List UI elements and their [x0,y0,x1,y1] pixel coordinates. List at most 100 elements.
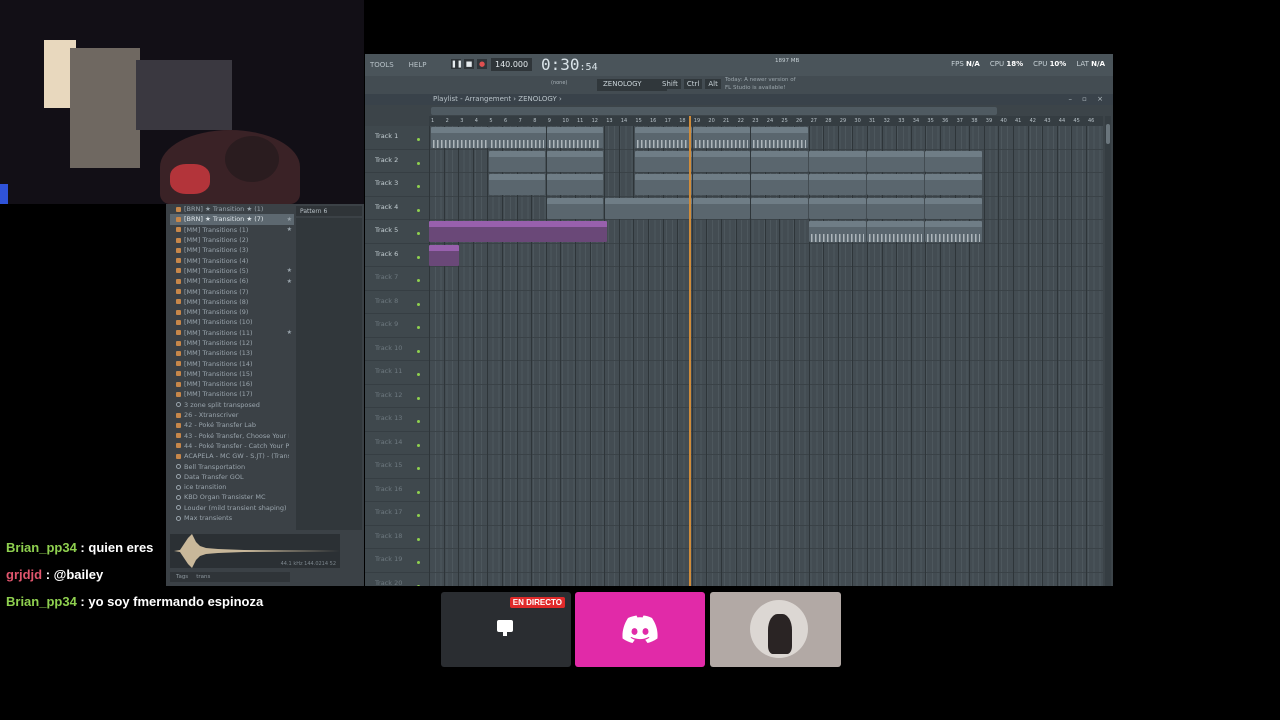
track-header[interactable]: Track 6 [365,244,429,267]
track-mute-led-icon[interactable] [417,373,420,376]
browser-item[interactable]: [MM] Transitions (5) ★ [170,266,294,276]
pattern-clip[interactable]: Snare (2) [867,150,924,172]
track-mute-led-icon[interactable] [417,302,420,306]
browser-item[interactable]: [MM] Transitions (1) ★ [170,225,294,235]
vertical-scrollbar[interactable] [1105,116,1111,586]
browser-item[interactable]: [MM] Transitions (9) [170,307,294,317]
track-header[interactable]: Track 5 [365,220,429,244]
playlist-grid[interactable]: ZENOLOGY ZENOLOGY ZENOLOGY ZENOLOGY ZENOLOGY… [429,126,1103,586]
pattern-clip[interactable]: ZENOLOGY [867,221,924,242]
time-display[interactable]: 0:30:54 [541,55,598,74]
favorite-star-icon[interactable]: ★ [287,216,292,223]
browser-item[interactable]: [MM] Transitions (16) [170,379,294,389]
pattern-clip[interactable]: Dreyan Tq...nt HiHat(1) [693,197,750,219]
browser-item[interactable]: 26 - Xtranscriver [170,410,294,420]
browser-item[interactable]: [MM] Transitions (10) [170,317,294,327]
menu-tools[interactable]: TOOLS [370,61,394,69]
pattern-clip[interactable]: [MM] Clap (5) [925,174,982,195]
pattern-clip[interactable]: Snare (2) [547,150,603,172]
stop-button[interactable]: ■ [464,59,474,69]
browser-item[interactable]: Louder (mild transient shaping) [170,503,294,513]
track-header[interactable]: Track 17 [365,502,429,526]
track-header[interactable]: Track 18 [365,526,429,549]
pattern-clip[interactable]: [MM] Clap (5) [547,174,603,195]
pattern-clip[interactable]: Snare (2) [489,150,545,172]
pattern-clip[interactable]: Dreyan Tq...nt HiHat(1) [867,197,924,219]
pattern-clip[interactable]: ZENOLOGY [751,127,808,148]
browser-item[interactable]: Bell Transportation [170,461,294,471]
alt-key[interactable]: Alt [705,79,721,89]
shift-key[interactable]: Shift [659,79,681,89]
browser-item[interactable]: [MM] Transitions (6) ★ [170,276,294,286]
track-mute-led-icon[interactable] [417,537,420,541]
browser-item[interactable]: Data Transfer GOL [170,472,294,482]
browser-item[interactable]: 43 - Poké Transfer, Choose Your Pokémon! [170,431,294,441]
browser-item[interactable]: Max transients [170,513,294,523]
track-mute-led-icon[interactable] [417,443,420,447]
pattern-clip[interactable]: Dreyan Tq...nt HiHat(1) [635,197,692,219]
pattern-clip[interactable]: [MM] Clap (5) [635,174,692,195]
browser-item[interactable]: [MM] Transitions (8) [170,297,294,307]
browser-item[interactable]: [BRN] ★ Transition ★ (7) ★ [170,214,294,225]
track-mute-led-icon[interactable] [417,420,420,423]
track-header[interactable]: Track 2 [365,150,429,173]
pattern-clip[interactable]: ZENOLOGY [693,127,750,148]
browser-item[interactable]: [MM] Transitions (2) [170,235,294,245]
tempo-display[interactable]: 140.000 [491,58,533,71]
track-header[interactable]: Track 11 [365,361,429,385]
browser-item[interactable]: [MM] Transitions (7) [170,286,294,296]
browser-item[interactable]: [MM] Transitions (11) ★ [170,328,294,338]
pattern-clip[interactable]: Dreyan Tq...nt HiHat(1) [751,197,808,219]
participant-thumbnail[interactable] [710,592,841,667]
track-mute-led-icon[interactable] [417,326,420,329]
track-header[interactable]: Track 14 [365,432,429,455]
track-header[interactable]: Track 12 [365,385,429,408]
track-header[interactable]: Track 19 [365,549,429,573]
track-header[interactable]: Track 15 [365,455,429,479]
track-mute-led-icon[interactable] [417,255,420,259]
pattern-clip[interactable]: ZENOLOGY [431,127,489,148]
track-mute-led-icon[interactable] [417,396,420,400]
track-mute-led-icon[interactable] [417,232,420,235]
track-header[interactable]: Track 3 [365,173,429,197]
discord-thumbnail[interactable] [575,592,705,667]
browser-item[interactable]: KBD Organ Transister MC [170,492,294,502]
pattern-clip[interactable]: ZENOLOGY [489,127,546,148]
track-header[interactable]: Track 13 [365,408,429,432]
track-mute-led-icon[interactable] [417,208,420,212]
pattern-clip[interactable]: ZENOLOGY [809,221,866,242]
audio-clip[interactable]: 8j, Bea [429,244,459,266]
browser-item[interactable]: ACAPELA - MC GW - S.JT) - (Transient DK) [170,451,294,461]
pattern-clip[interactable]: Dreyan Tq...nt HiHat(1) [809,197,866,219]
track-mute-led-icon[interactable] [417,514,420,517]
browser-item[interactable]: [MM] Transitions (12) [170,338,294,348]
track-mute-led-icon[interactable] [417,467,420,470]
track-mute-led-icon[interactable] [417,279,420,282]
favorite-star-icon[interactable]: ★ [287,226,292,233]
pattern-clip[interactable]: Snare (2) [751,150,808,172]
browser-item[interactable]: [MM] Transitions (14) [170,358,294,368]
browser-item[interactable]: 3 zone split transposed [170,400,294,410]
none-label[interactable]: (none) [551,80,567,86]
track-mute-led-icon[interactable] [417,584,420,586]
track-header[interactable]: Track 9 [365,314,429,338]
pattern-clip[interactable]: [MM] Clap (5) [809,174,866,195]
browser-item[interactable]: [MM] Transitions (4) [170,255,294,265]
pattern-clip[interactable]: ZENOLOGY [547,127,603,148]
browser-item[interactable]: [MM] Transitions (3) [170,245,294,255]
track-header[interactable]: Track 7 [365,267,429,291]
track-mute-led-icon[interactable] [417,161,420,165]
track-mute-led-icon[interactable] [417,561,420,564]
pattern-clip[interactable]: ZENOLOGY [925,221,982,242]
track-mute-led-icon[interactable] [417,185,420,188]
pattern-clip[interactable]: Dreyan Tq...nt HiHat(1) [925,197,982,219]
screen-share-thumbnail[interactable]: EN DIRECTO [441,592,571,667]
track-header[interactable]: Track 20 [365,573,429,586]
pattern-clip[interactable]: Snare (2) [693,150,750,172]
track-header[interactable]: Track 10 [365,338,429,361]
menu-help[interactable]: HELP [409,61,427,69]
window-controls[interactable]: – ▫ × [1068,95,1107,103]
pattern-clip[interactable]: Snare (2) [925,150,982,172]
pattern-clip[interactable]: Dreyan Tq...nt HiHat(1) [547,197,603,219]
ctrl-key[interactable]: Ctrl [683,79,703,89]
